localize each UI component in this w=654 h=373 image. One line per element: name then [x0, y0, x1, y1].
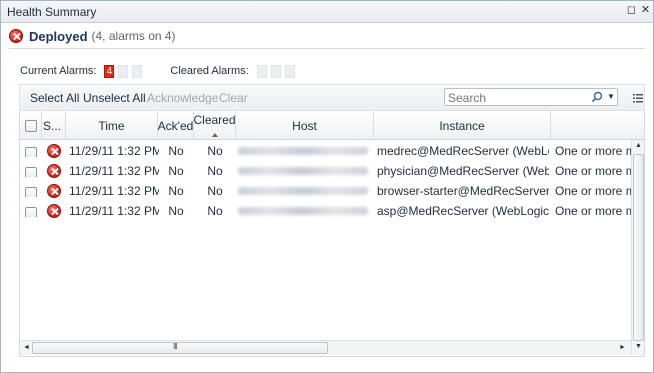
- scroll-left-icon[interactable]: ◄: [23, 344, 30, 351]
- select-all-button[interactable]: Select All: [30, 91, 79, 105]
- cleared-alarms-label: Cleared Alarms:: [170, 65, 249, 77]
- row-host-redacted: [238, 147, 368, 155]
- row-cleared: No: [207, 144, 223, 158]
- row-time: 11/29/11 1:32 PM: [69, 144, 159, 158]
- divider: [9, 48, 645, 49]
- grid-toolbar: Select All Unselect All Acknowledge Clea…: [19, 84, 645, 111]
- panel-title: Health Summary: [7, 5, 97, 19]
- severity-fatal-icon: [47, 184, 61, 198]
- table-row[interactable]: 11/29/11 1:32 PM No No browser-starter@M…: [20, 181, 631, 201]
- row-checkbox[interactable]: [25, 145, 37, 157]
- current-alarms-fatal-count[interactable]: 4: [104, 64, 115, 78]
- column-header-severity[interactable]: S...: [42, 111, 66, 140]
- title-bar: Health Summary ◻ ✕: [1, 1, 653, 23]
- row-checkbox[interactable]: [25, 205, 37, 217]
- table-row[interactable]: 11/29/11 1:32 PM No No medrec@MedRecServ…: [20, 141, 631, 161]
- current-alarms-warning-count[interactable]: [132, 64, 143, 78]
- scroll-right-icon[interactable]: ►: [619, 344, 626, 351]
- row-host-redacted: [238, 207, 368, 215]
- status-subtitle: (4, alarms on 4): [91, 29, 176, 43]
- current-alarms-label: Current Alarms:: [20, 65, 97, 77]
- acknowledge-button[interactable]: Acknowledge: [147, 91, 218, 105]
- row-instance: browser-starter@MedRecServer …: [377, 184, 549, 198]
- unselect-all-button[interactable]: Unselect All: [83, 91, 146, 105]
- restore-icon[interactable]: ◻: [626, 5, 637, 16]
- vertical-scrollbar[interactable]: ▲ ▼: [631, 140, 644, 355]
- column-header-instance[interactable]: Instance: [374, 111, 551, 140]
- close-icon[interactable]: ✕: [640, 5, 651, 16]
- scroll-up-icon[interactable]: ▲: [635, 142, 642, 149]
- alarm-counts: Current Alarms: 4 Cleared Alarms:: [20, 64, 295, 78]
- row-cleared: No: [207, 184, 223, 198]
- vertical-scroll-thumb[interactable]: [633, 154, 644, 341]
- row-acked: No: [168, 184, 184, 198]
- row-time: 11/29/11 1:32 PM: [69, 204, 159, 218]
- row-instance: physician@MedRecServer (WebL…: [377, 164, 549, 178]
- row-acked: No: [168, 144, 184, 158]
- horizontal-scroll-thumb[interactable]: III: [32, 342, 328, 354]
- column-header-time[interactable]: Time: [66, 111, 158, 140]
- row-time: 11/29/11 1:32 PM: [69, 164, 159, 178]
- column-header-message[interactable]: [551, 111, 631, 140]
- row-host-redacted: [238, 167, 368, 175]
- row-checkbox[interactable]: [25, 165, 37, 177]
- severity-fatal-icon: [47, 144, 61, 158]
- search-input[interactable]: [448, 90, 588, 105]
- health-summary-panel: Health Summary ◻ ✕ Deployed (4, alarms o…: [0, 0, 654, 373]
- clear-button[interactable]: Clear: [219, 91, 248, 105]
- row-message: One or more mo: [555, 204, 631, 218]
- row-cleared: No: [207, 164, 223, 178]
- current-alarms-critical-count[interactable]: [118, 64, 129, 78]
- row-acked: No: [168, 204, 184, 218]
- row-message: One or more mo: [555, 184, 631, 198]
- search-icon[interactable]: [591, 91, 603, 103]
- row-time: 11/29/11 1:32 PM: [69, 184, 159, 198]
- cleared-alarms-warning-count[interactable]: [284, 64, 295, 78]
- column-chooser-icon[interactable]: [633, 93, 643, 103]
- severity-fatal-icon: [47, 164, 61, 178]
- status-title: Deployed: [29, 28, 88, 44]
- row-message: One or more mo: [555, 144, 631, 158]
- column-header-acked[interactable]: Ack'ed: [158, 111, 194, 140]
- scroll-down-icon[interactable]: ▼: [635, 343, 642, 350]
- search-dropdown-icon[interactable]: ▼: [607, 92, 615, 101]
- row-message: One or more mo: [555, 164, 631, 178]
- column-header-host[interactable]: Host: [236, 111, 374, 140]
- row-acked: No: [168, 164, 184, 178]
- row-checkbox[interactable]: [25, 185, 37, 197]
- select-all-checkbox-cell[interactable]: [20, 111, 42, 140]
- cleared-alarms-fatal-count[interactable]: [256, 64, 267, 78]
- horizontal-scrollbar[interactable]: ◄ III ►: [20, 340, 631, 355]
- error-icon: [9, 29, 23, 43]
- severity-fatal-icon: [47, 204, 61, 218]
- table-row[interactable]: 11/29/11 1:32 PM No No physician@MedRecS…: [20, 161, 631, 181]
- row-instance: medrec@MedRecServer (WebLog…: [377, 144, 549, 158]
- column-header-cleared-label: Cleared: [193, 113, 236, 127]
- column-header-cleared[interactable]: Cleared: [193, 111, 236, 140]
- scroll-grip-icon: III: [173, 342, 178, 351]
- table-header: S... Time Ack'ed Cleared Host Instance: [20, 111, 644, 140]
- table-row[interactable]: 11/29/11 1:32 PM No No asp@MedRecServer …: [20, 201, 631, 221]
- search-box[interactable]: ▼: [444, 88, 618, 106]
- row-host-redacted: [238, 187, 368, 195]
- row-cleared: No: [207, 204, 223, 218]
- alarms-table: S... Time Ack'ed Cleared Host Instance 1…: [19, 111, 645, 357]
- header-checkbox[interactable]: [24, 119, 37, 132]
- sort-ascending-icon: [211, 133, 218, 137]
- cleared-alarms-critical-count[interactable]: [270, 64, 281, 78]
- status-header: Deployed (4, alarms on 4): [9, 27, 176, 45]
- row-instance: asp@MedRecServer (WebLogicA…: [377, 204, 549, 218]
